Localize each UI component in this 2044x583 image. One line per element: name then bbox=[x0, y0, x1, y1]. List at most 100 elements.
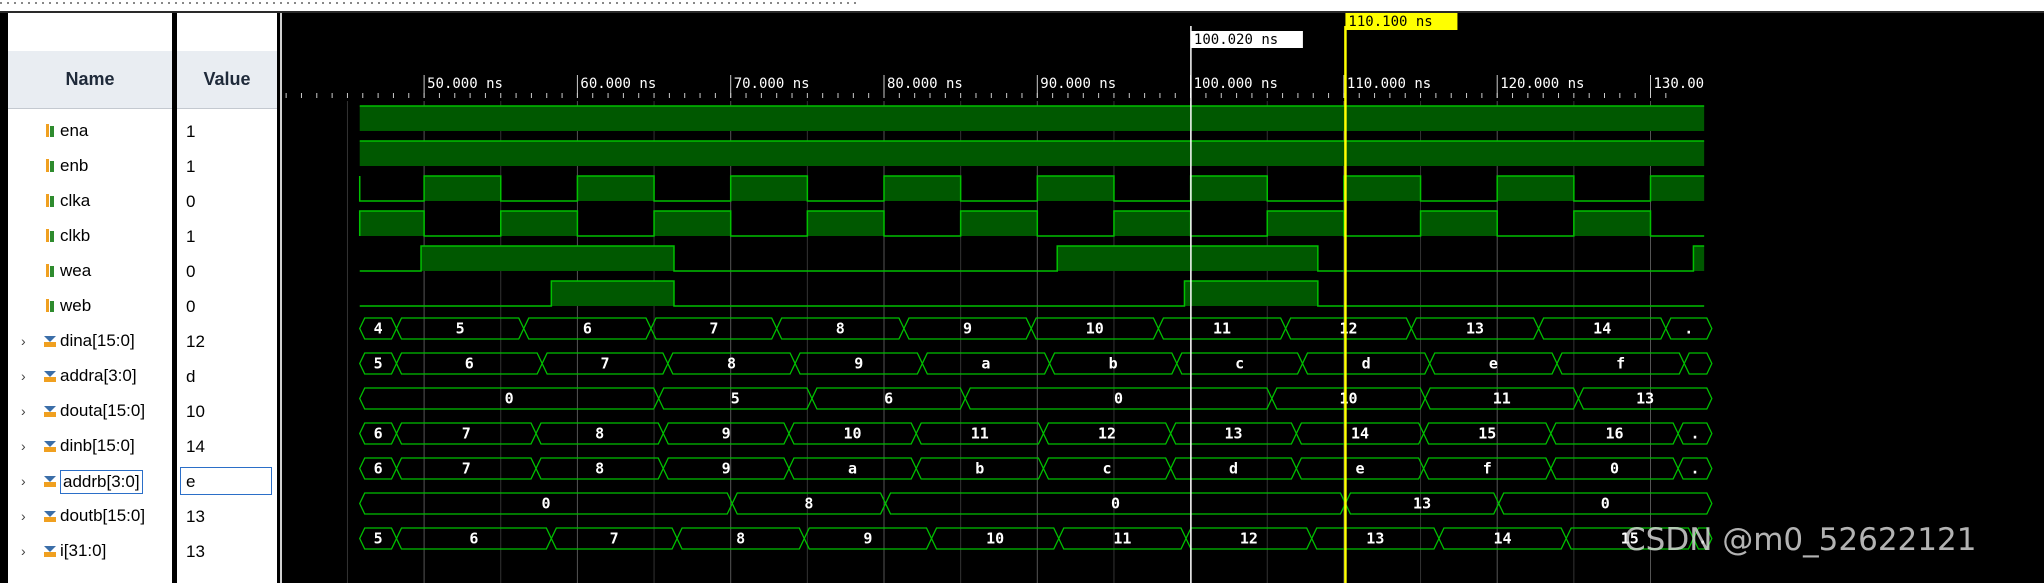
signal-value[interactable]: 1 bbox=[177, 114, 277, 149]
bus-value-label: 0 bbox=[1610, 460, 1619, 478]
bit-signal-icon bbox=[46, 194, 54, 207]
high-level-fill bbox=[1057, 246, 1318, 271]
high-level-fill bbox=[551, 281, 674, 306]
expand-arrow-icon[interactable]: › bbox=[21, 368, 35, 384]
signal-row[interactable]: › addra[3:0] bbox=[8, 359, 172, 394]
signal-name: wea bbox=[60, 261, 92, 280]
bus-value-label: 11 bbox=[1493, 390, 1511, 408]
ruler-tick-label: 50.000 ns bbox=[427, 76, 503, 92]
bus-signal-icon bbox=[44, 336, 56, 347]
high-level-fill bbox=[654, 211, 731, 236]
expand-arrow-icon[interactable]: › bbox=[21, 543, 35, 559]
cursor-time-label: 110.100 ns bbox=[1348, 14, 1432, 30]
bus-signal-icon bbox=[44, 371, 56, 382]
bus-value-label: a bbox=[981, 355, 990, 373]
signal-value[interactable]: 13 bbox=[177, 499, 277, 534]
expand-arrow-icon[interactable]: › bbox=[21, 438, 35, 454]
bus-value-label: 16 bbox=[1605, 425, 1623, 443]
bus-value-label: f bbox=[1483, 460, 1492, 478]
high-level-fill bbox=[1190, 176, 1268, 201]
signal-value[interactable]: 0 bbox=[177, 289, 277, 324]
bus-value-label: 8 bbox=[736, 530, 745, 548]
bus-value-label: 7 bbox=[600, 355, 609, 373]
bus-value-label: e bbox=[1355, 460, 1364, 478]
bus-value-label: . bbox=[1690, 425, 1699, 443]
bus-value-label: 9 bbox=[854, 355, 863, 373]
bus-value-label: 0 bbox=[1111, 495, 1120, 513]
high-level-fill bbox=[1497, 176, 1574, 201]
bus-value-label: 5 bbox=[731, 390, 740, 408]
signal-name: i[31:0] bbox=[60, 541, 107, 560]
signal-row[interactable]: wea bbox=[8, 254, 172, 289]
bus-value-label: 5 bbox=[374, 355, 383, 373]
bus-value-label: 6 bbox=[469, 530, 478, 548]
waveform-canvas[interactable]: 50.000 ns 60.000 ns 70.000 ns 80.000 ns 90.0… bbox=[280, 13, 2044, 583]
signal-row[interactable]: enb bbox=[8, 149, 172, 184]
signal-row[interactable]: › dinb[15:0] bbox=[8, 429, 172, 464]
signal-value[interactable]: 12 bbox=[177, 324, 277, 359]
bus-value-label: 12 bbox=[1240, 530, 1258, 548]
bus-value-label: 12 bbox=[1098, 425, 1116, 443]
signal-name: clkb bbox=[60, 226, 91, 245]
bus-value-label: 0 bbox=[541, 495, 550, 513]
signal-value[interactable]: 1 bbox=[177, 219, 277, 254]
high-level-fill bbox=[1113, 211, 1191, 236]
bus-signal-icon bbox=[44, 546, 56, 557]
expand-arrow-icon[interactable]: › bbox=[21, 473, 35, 489]
bus-value-label: e bbox=[1489, 355, 1498, 373]
high-level-fill bbox=[884, 176, 961, 201]
signal-value[interactable]: 1 bbox=[177, 149, 277, 184]
bus-value-label: 9 bbox=[722, 425, 731, 443]
signal-name: dina[15:0] bbox=[60, 331, 135, 350]
signal-name: ena bbox=[60, 121, 89, 140]
signal-row[interactable]: › dina[15:0] bbox=[8, 324, 172, 359]
bus-value-label: 0 bbox=[1114, 390, 1123, 408]
bus-value-label: f bbox=[1616, 355, 1625, 373]
high-level-fill bbox=[1420, 211, 1498, 236]
bus-value-label: 12 bbox=[1339, 320, 1357, 338]
signal-row[interactable]: › addrb[3:0] bbox=[8, 464, 172, 499]
bus-value-label: 7 bbox=[462, 460, 471, 478]
bus-value-label: 15 bbox=[1478, 425, 1496, 443]
signal-name: clka bbox=[60, 191, 91, 210]
bus-signal-icon bbox=[44, 441, 56, 452]
bus-value-label: 13 bbox=[1413, 495, 1431, 513]
expand-arrow-icon[interactable]: › bbox=[21, 403, 35, 419]
signal-value[interactable]: 0 bbox=[177, 184, 277, 219]
watermark-text: CSDN @m0_52622121 bbox=[1624, 522, 1976, 558]
signal-value[interactable]: d bbox=[177, 359, 277, 394]
signal-value[interactable]: 10 bbox=[177, 394, 277, 429]
expand-arrow-icon[interactable]: › bbox=[21, 333, 35, 349]
signal-row[interactable]: ena bbox=[8, 114, 172, 149]
high-level-fill bbox=[359, 211, 425, 236]
signal-panel: Name ena enb clka clkb wea web › dina[15:0] › add… bbox=[0, 13, 280, 583]
bus-value-label: 7 bbox=[610, 530, 619, 548]
signal-row[interactable]: web bbox=[8, 289, 172, 324]
signal-value[interactable]: e bbox=[177, 464, 277, 499]
high-level-fill bbox=[960, 211, 1038, 236]
bus-value-label: 8 bbox=[595, 460, 604, 478]
bit-signal-icon bbox=[46, 229, 54, 242]
ruler-tick-label: 60.000 ns bbox=[580, 76, 656, 92]
value-column-header[interactable]: Value bbox=[177, 51, 277, 109]
signal-value[interactable]: 14 bbox=[177, 429, 277, 464]
ruler-tick-label: 130.00 bbox=[1654, 76, 1705, 92]
bus-value-label: 13 bbox=[1636, 390, 1654, 408]
high-level-fill bbox=[359, 141, 1705, 166]
bus-value-label: 6 bbox=[374, 460, 383, 478]
signal-row[interactable]: › douta[15:0] bbox=[8, 394, 172, 429]
high-level-fill bbox=[807, 211, 885, 236]
value-column: Value 1 1 0 1 0 0 12 d 10 14 e 13 13 bbox=[177, 13, 277, 583]
signal-row[interactable]: › i[31:0] bbox=[8, 534, 172, 569]
bus-signal-icon bbox=[44, 511, 56, 522]
bus-value-label: 8 bbox=[595, 425, 604, 443]
signal-row[interactable]: clkb bbox=[8, 219, 172, 254]
signal-value[interactable]: 0 bbox=[177, 254, 277, 289]
expand-arrow-icon[interactable]: › bbox=[21, 508, 35, 524]
bit-signal-icon bbox=[46, 124, 54, 137]
name-column-header[interactable]: Name bbox=[8, 51, 172, 109]
bit-signal-icon bbox=[46, 299, 54, 312]
signal-row[interactable]: › doutb[15:0] bbox=[8, 499, 172, 534]
signal-row[interactable]: clka bbox=[8, 184, 172, 219]
signal-value[interactable]: 13 bbox=[177, 534, 277, 569]
